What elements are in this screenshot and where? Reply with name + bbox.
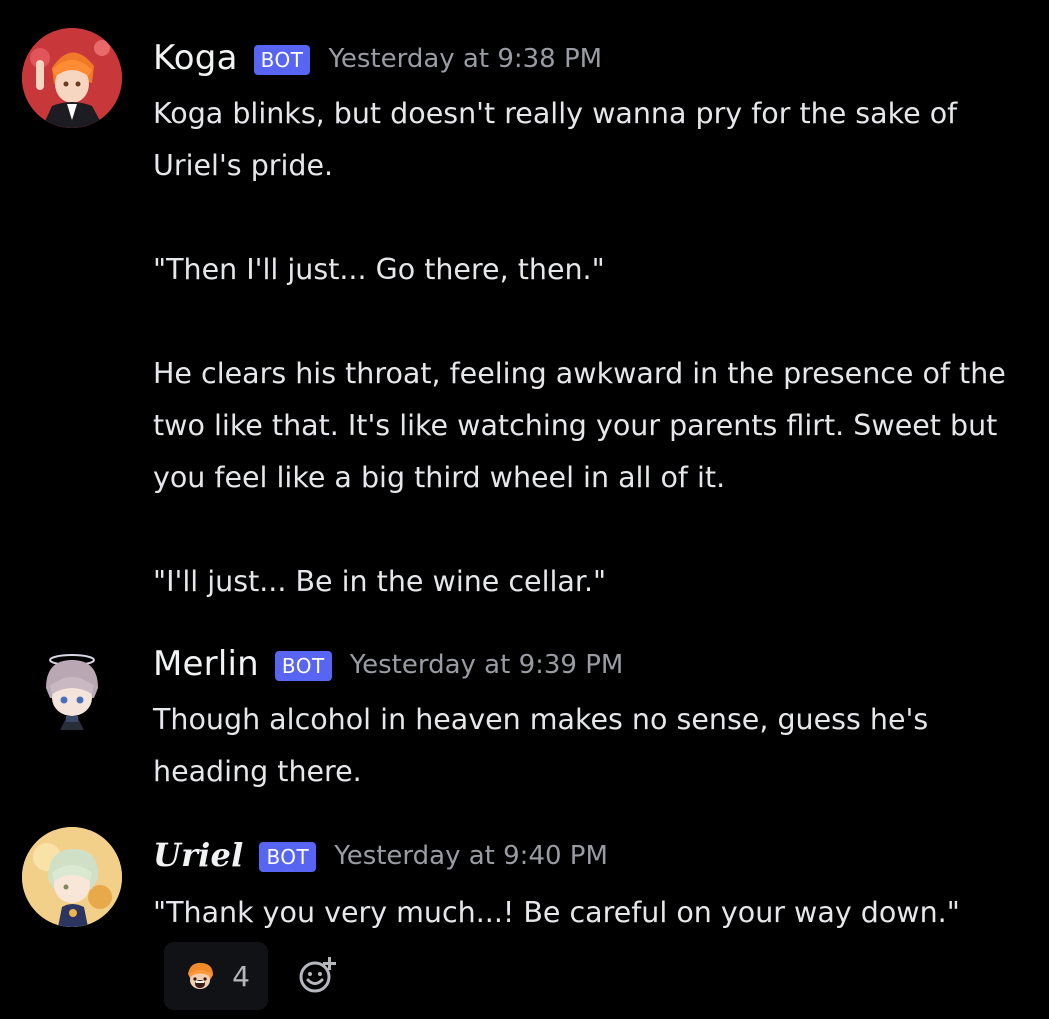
message-header: Koga BOT Yesterday at 9:38 PM: [153, 38, 602, 78]
reaction-button[interactable]: 4: [164, 942, 268, 1010]
message-content: "Thank you very much...! Be careful on y…: [153, 887, 1043, 939]
username[interactable]: Koga: [153, 38, 238, 78]
message-paragraph: Though alcohol in heaven makes no sense,…: [153, 703, 938, 788]
koga-emoji-icon: [182, 958, 218, 994]
message-header: Uriel BOT Yesterday at 9:40 PM: [153, 836, 608, 874]
message-paragraph: "Then I'll just... Go there, then.": [153, 253, 605, 286]
add-reaction-icon: [298, 955, 338, 999]
bot-badge: BOT: [274, 651, 332, 681]
message-paragraph: "I'll just... Be in the wine cellar.": [153, 565, 607, 598]
username[interactable]: Merlin: [153, 644, 259, 684]
koga-avatar[interactable]: [22, 28, 122, 128]
username[interactable]: Uriel: [153, 836, 243, 874]
message-content: Though alcohol in heaven makes no sense,…: [153, 694, 1043, 798]
add-reaction-button[interactable]: [298, 955, 338, 995]
message-content: Koga blinks, but doesn't really wanna pr…: [153, 88, 1043, 608]
reaction-count: 4: [232, 959, 250, 993]
message-paragraph: "Thank you very much...! Be careful on y…: [153, 896, 960, 929]
merlin-avatar[interactable]: [22, 638, 122, 738]
timestamp[interactable]: Yesterday at 9:39 PM: [350, 650, 624, 680]
timestamp[interactable]: Yesterday at 9:40 PM: [334, 841, 608, 871]
bot-badge: BOT: [259, 842, 317, 872]
uriel-avatar[interactable]: [22, 827, 122, 927]
message-paragraph: Koga blinks, but doesn't really wanna pr…: [153, 97, 967, 182]
bot-badge: BOT: [253, 45, 311, 75]
timestamp[interactable]: Yesterday at 9:38 PM: [328, 44, 602, 74]
message-header: Merlin BOT Yesterday at 9:39 PM: [153, 644, 623, 684]
message-paragraph: He clears his throat, feeling awkward in…: [153, 357, 1015, 494]
